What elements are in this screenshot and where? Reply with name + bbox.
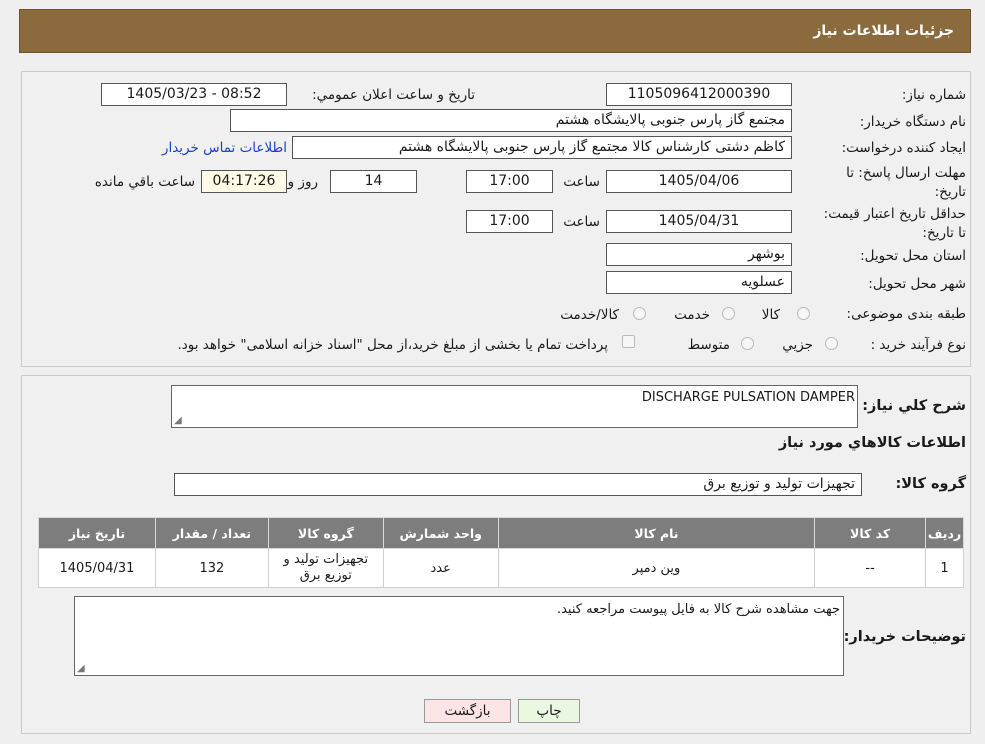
- remaining-time-label: ساعت باقي مانده: [94, 174, 195, 190]
- buyer-org-label: نام دستگاه خريدار:: [859, 114, 966, 130]
- buyer-contact-link[interactable]: اطلاعات تماس خريدار: [162, 140, 287, 156]
- col-code-header: کد کالا: [814, 517, 927, 549]
- deadline-days-field: 14: [330, 170, 417, 193]
- process-minor-radio[interactable]: [825, 337, 838, 350]
- cell-need-date: 1405/04/31: [38, 548, 156, 588]
- process-medium-label: متوسط: [687, 337, 730, 353]
- announce-datetime-field: 1405/03/23 - 08:52: [101, 83, 287, 106]
- buyer-notes-textarea[interactable]: جهت مشاهده شرح کالا به فایل پیوست مراجعه…: [74, 596, 844, 676]
- items-table: رديف کد کالا نام کالا واحد شمارش گروه کا…: [38, 517, 964, 588]
- print-button[interactable]: چاپ: [518, 699, 580, 723]
- col-name-header: نام کالا: [497, 517, 816, 549]
- back-button[interactable]: بازگشت: [424, 699, 511, 723]
- city-label: شهر محل تحويل:: [868, 276, 966, 292]
- col-date-header: تاريخ نياز: [38, 517, 156, 549]
- validity-time-label: ساعت: [563, 214, 600, 230]
- page-title: جزئيات اطلاعات نياز: [813, 23, 954, 39]
- remaining-time-field: 04:17:26: [201, 170, 287, 193]
- category-goods-service-radio[interactable]: [633, 307, 646, 320]
- category-goods-label: کالا: [761, 307, 780, 323]
- need-number-label: شماره نياز:: [901, 87, 966, 103]
- buyer-notes-label: توضيحات خريدار:: [843, 629, 966, 645]
- need-number-field: 1105096412000390: [606, 83, 792, 106]
- city-field: عسلويه: [606, 271, 792, 294]
- cell-group: تجهيزات توليد و توزيع برق: [267, 548, 384, 588]
- buyer-org-field: مجتمع گاز پارس جنوبی پالایشگاه هشتم: [230, 109, 792, 132]
- treasury-payment-checkbox[interactable]: [622, 335, 635, 348]
- deadline-time-label: ساعت: [563, 174, 600, 190]
- resize-grip-icon[interactable]: ◢: [174, 416, 182, 426]
- deadline-date-field: 1405/04/06: [606, 170, 792, 193]
- announce-datetime-label: تاريخ و ساعت اعلان عمومي:: [312, 87, 475, 103]
- category-goods-radio[interactable]: [797, 307, 810, 320]
- validity-time-field: 17:00: [466, 210, 553, 233]
- deadline-label: مهلت ارسال پاسخ: تا تاريخ:: [846, 165, 966, 200]
- col-group-header: گروه کالا: [267, 517, 384, 549]
- items-table-wrapper: رديف کد کالا نام کالا واحد شمارش گروه کا…: [38, 517, 964, 588]
- validity-label: حداقل تاريخ اعتبار قيمت: تا تاريخ:: [823, 206, 966, 241]
- category-goods-service-label: کالا/خدمت: [560, 307, 619, 323]
- category-service-radio[interactable]: [722, 307, 735, 320]
- buyer-notes-text: جهت مشاهده شرح کالا به فایل پیوست مراجعه…: [556, 602, 840, 617]
- process-type-label: نوع فرآيند خريد :: [870, 337, 966, 353]
- goods-group-label: گروه کالا:: [895, 476, 966, 492]
- province-field: بوشهر: [606, 243, 792, 266]
- deadline-time-field: 17:00: [466, 170, 553, 193]
- cell-quantity: 132: [154, 548, 269, 588]
- province-label: استان محل تحويل:: [860, 248, 966, 264]
- table-row: 1 -- وین دمپر عدد تجهيزات توليد و توزيع …: [38, 548, 964, 588]
- requester-field: کاظم دشتی کارشناس کالا مجتمع گاز پارس جن…: [292, 136, 792, 159]
- category-label: طبقه بندی موضوعی:: [846, 306, 966, 322]
- items-section-title: اطلاعات کالاهاي مورد نياز: [778, 435, 966, 451]
- description-text: DISCHARGE PULSATION DAMPER: [641, 390, 855, 405]
- col-unit-header: واحد شمارش: [382, 517, 499, 549]
- description-label: شرح کلي نياز:: [862, 398, 966, 414]
- requester-label: ايجاد کننده درخواست:: [841, 140, 966, 156]
- cell-code: --: [814, 548, 927, 588]
- description-textarea[interactable]: DISCHARGE PULSATION DAMPER ◢: [171, 385, 858, 428]
- page-header: جزئيات اطلاعات نياز: [19, 9, 971, 53]
- process-medium-radio[interactable]: [741, 337, 754, 350]
- validity-date-field: 1405/04/31: [606, 210, 792, 233]
- treasury-payment-note: پرداخت تمام يا بخشی از مبلغ خريد،از محل …: [177, 337, 608, 353]
- cell-row-number: 1: [925, 548, 964, 588]
- resize-grip-icon[interactable]: ◢: [77, 664, 85, 674]
- cell-name: وین دمپر: [497, 548, 816, 588]
- goods-group-field: تجهيزات توليد و توزيع برق: [174, 473, 862, 496]
- cell-unit: عدد: [382, 548, 499, 588]
- deadline-days-label: روز و: [287, 174, 318, 190]
- category-service-label: خدمت: [674, 307, 710, 323]
- col-row-header: رديف: [925, 517, 964, 549]
- items-table-header: رديف کد کالا نام کالا واحد شمارش گروه کا…: [38, 517, 964, 549]
- process-minor-label: جزيي: [782, 337, 813, 353]
- col-qty-header: تعداد / مقدار: [154, 517, 269, 549]
